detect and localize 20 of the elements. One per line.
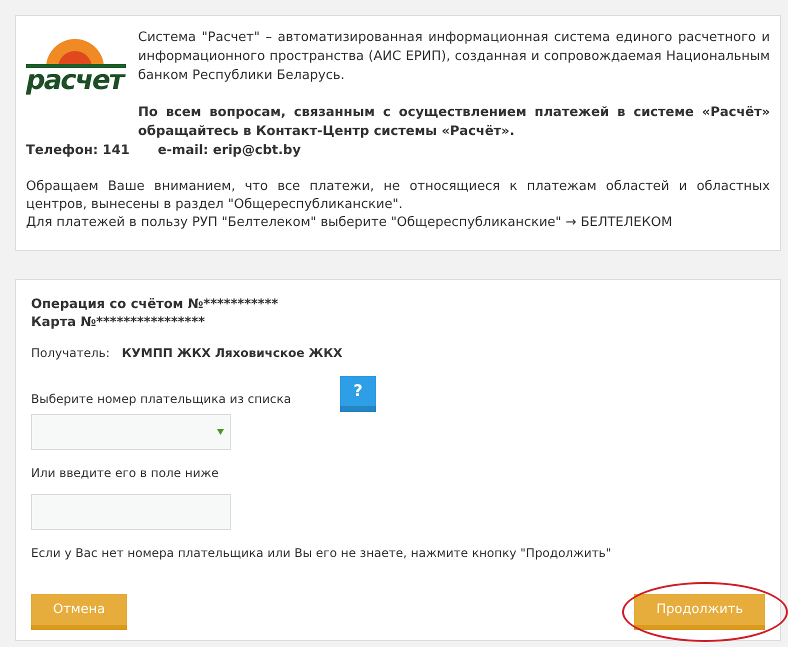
logo-text: расчет bbox=[26, 66, 124, 96]
recipient-label: Получатель: bbox=[31, 345, 110, 362]
payer-select[interactable] bbox=[31, 414, 231, 450]
beltelecom-text: Для платежей в пользу РУП "Белтелеком" выберите "Общереспубликанские" → БЕЛТЕЛЕКОМ bbox=[26, 214, 674, 232]
help-button[interactable]: ? bbox=[340, 376, 376, 412]
payer-number-field[interactable] bbox=[31, 494, 231, 530]
select-label: Выберите номер плательщика из списка bbox=[31, 391, 292, 408]
input-label: Или введите его в поле ниже bbox=[31, 465, 220, 482]
intro-text: Система "Расчет" – автоматизированная информационная система единого расчетного и информационного пространства (АИС ЕРИП), созданная и сопровождаемая Национальным банком Республики Беларусь. bbox=[138, 29, 770, 85]
dropdown-arrow-icon bbox=[217, 429, 224, 435]
notice-text: Обращаем Ваше вниманием, что все платежи, не относящиеся к платежам областей и областных центров, вынесены в раздел "Общереспубликанские". bbox=[26, 178, 770, 214]
contact-note: По всем вопросам, связанным с осуществлением платежей в системе «Расчёт» обращайтесь в Контакт-Центр системы «Расчёт». bbox=[138, 104, 770, 141]
email-text: e-mail: erip@cbt.by bbox=[158, 142, 301, 160]
cancel-button[interactable]: Отмена bbox=[31, 594, 128, 630]
continue-button[interactable]: Продолжить bbox=[634, 594, 765, 630]
phone-text: Телефон: 141 bbox=[26, 142, 130, 160]
card-text: Карта №**************** bbox=[31, 314, 206, 332]
recipient-name: КУМПП ЖКХ Ляховичское ЖКХ bbox=[122, 345, 342, 362]
hint-text: Если у Вас нет номера плательщика или Вы его не знаете, нажмите кнопку "Продолжить" bbox=[31, 545, 612, 562]
account-text: Операция со счётом №*********** bbox=[31, 296, 280, 314]
